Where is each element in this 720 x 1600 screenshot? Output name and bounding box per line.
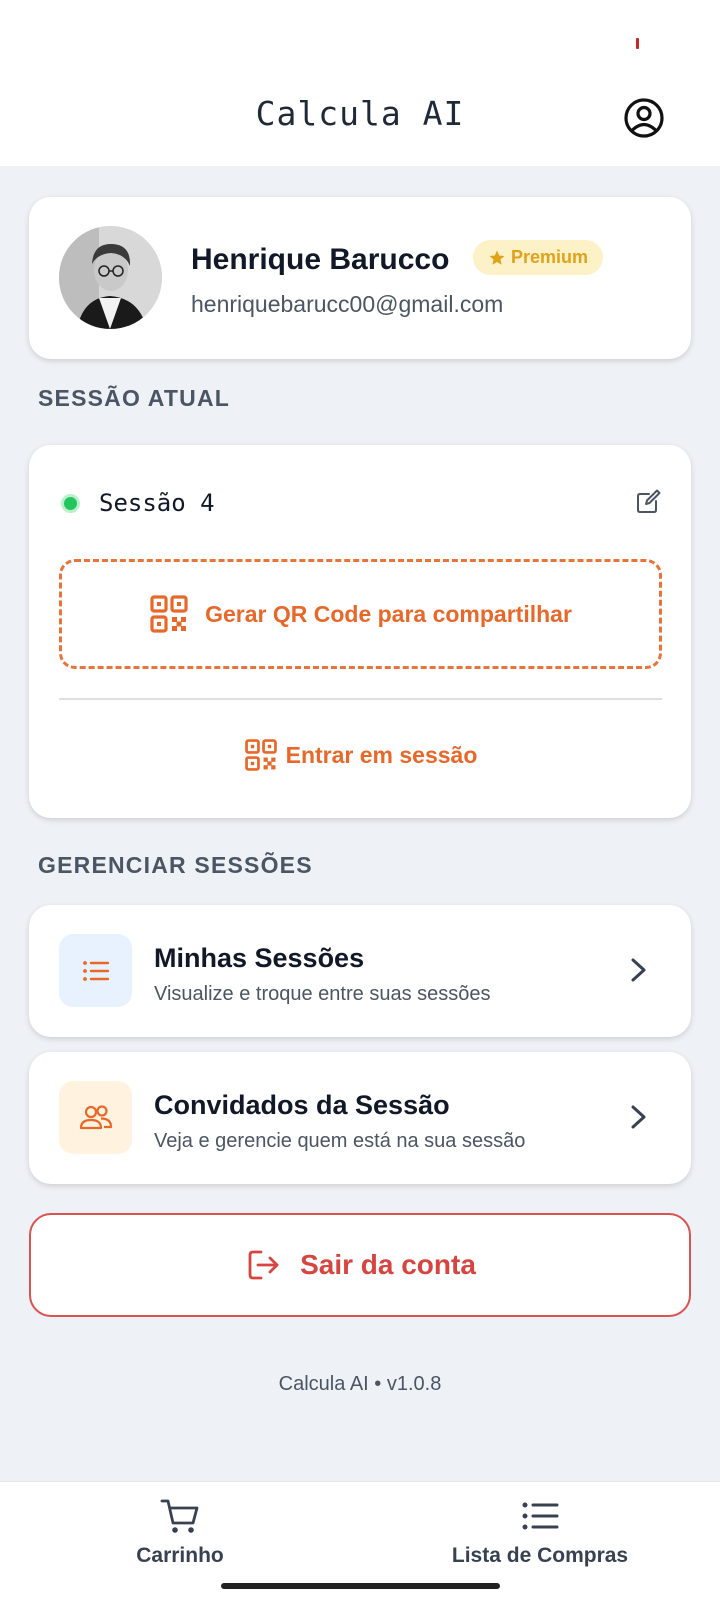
row-icon-container: [59, 934, 132, 1007]
chevron-right-icon: [631, 958, 646, 982]
status-indicator: [636, 38, 639, 49]
session-status-dot: [61, 494, 80, 513]
app-header: Calcula AI: [0, 0, 720, 166]
session-guests-subtitle: Veja e gerencie quem está na sua sessão: [154, 1130, 526, 1152]
session-name: Sessão 4: [99, 489, 215, 517]
edit-icon[interactable]: [633, 487, 663, 517]
user-email: henriquebarucc00@gmail.com: [191, 291, 504, 317]
join-session-button[interactable]: Entrar em sessão: [59, 730, 662, 780]
qr-code-icon: [244, 739, 277, 771]
home-indicator: [221, 1583, 500, 1589]
my-sessions-title: Minhas Sessões: [154, 943, 365, 973]
section-title-current-session: SESSÃO ATUAL: [38, 385, 231, 411]
generate-qr-button[interactable]: Gerar QR Code para compartilhar: [59, 559, 662, 669]
current-session-card: Sessão 4 Gerar QR Code para compartilhar: [29, 445, 691, 818]
row-icon-container: [59, 1081, 132, 1154]
cart-icon: [160, 1499, 199, 1533]
page-title: Calcula AI: [255, 94, 465, 133]
logout-label: Sair da conta: [300, 1249, 476, 1280]
session-guests-item[interactable]: Convidados da Sessão Veja e gerencie que…: [29, 1052, 691, 1184]
my-sessions-item[interactable]: Minhas Sessões Visualize e troque entre …: [29, 905, 691, 1037]
join-session-label: Entrar em sessão: [285, 741, 478, 768]
logout-icon: [248, 1250, 279, 1280]
session-guests-title: Convidados da Sessão: [154, 1090, 450, 1120]
nav-label-cart: Carrinho: [136, 1544, 224, 1567]
my-sessions-subtitle: Visualize e troque entre suas sessões: [154, 983, 491, 1005]
star-icon: [489, 250, 505, 265]
divider: [59, 698, 662, 700]
list-icon: [522, 1502, 559, 1530]
chevron-right-icon: [631, 1105, 646, 1129]
user-name: Henrique Barucco: [191, 243, 450, 276]
app-version: Calcula AI • v1.0.8: [278, 1373, 442, 1395]
premium-badge: Premium: [473, 240, 604, 275]
avatar: [59, 226, 162, 329]
qr-code-icon: [150, 595, 188, 633]
logout-button[interactable]: Sair da conta: [29, 1213, 691, 1317]
user-circle-icon[interactable]: [622, 96, 666, 140]
premium-badge-label: Premium: [511, 247, 589, 267]
section-title-manage-sessions: GERENCIAR SESSÕES: [38, 852, 313, 878]
users-icon: [79, 1104, 112, 1129]
generate-qr-label: Gerar QR Code para compartilhar: [205, 600, 572, 627]
list-icon: [82, 960, 109, 981]
nav-item-cart[interactable]: Carrinho: [120, 1496, 240, 1568]
profile-card: Henrique Barucco Premium henriquebarucc0…: [29, 197, 691, 359]
nav-item-shopping-list[interactable]: Lista de Compras: [440, 1496, 640, 1568]
nav-label-shopping-list: Lista de Compras: [451, 1544, 629, 1567]
